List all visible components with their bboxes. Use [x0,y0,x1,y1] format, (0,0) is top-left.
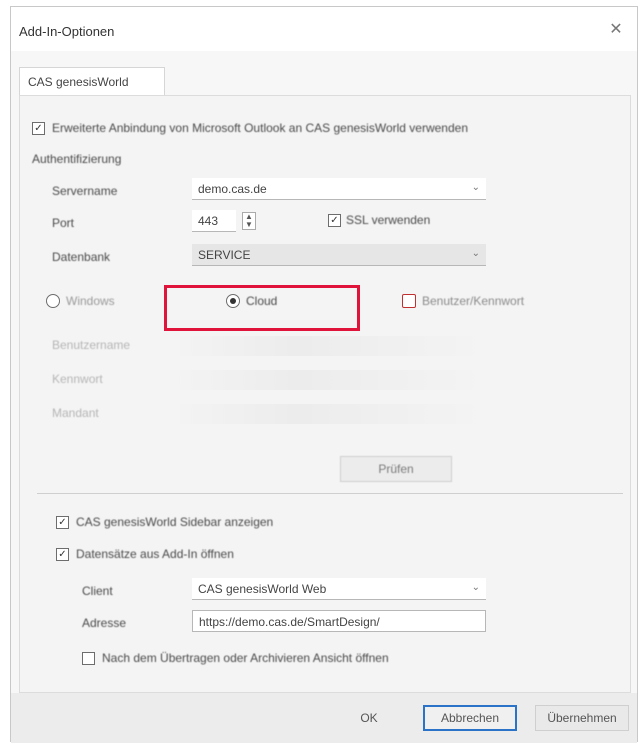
ssl-label: SSL verwenden [346,213,431,227]
server-value: demo.cas.de [198,182,267,196]
tenant-label: Mandant [52,406,99,420]
server-label: Servername [52,184,118,198]
chevron-down-icon: ⌄ [471,582,480,593]
tab-cas-genesisworld[interactable]: CAS genesisWorld [19,67,165,95]
client-label: Client [82,584,113,598]
client-dropdown[interactable]: CAS genesisWorld Web ⌄ [192,578,486,600]
check-button[interactable]: Prüfen [340,456,452,482]
cancel-button[interactable]: Abbrechen [423,705,517,731]
radio-windows[interactable] [46,294,60,308]
port-value: 443 [198,214,219,228]
options-panel: ✓ Erweiterte Anbindung von Microsoft Out… [19,95,631,693]
sidebar-checkbox[interactable]: ✓ [56,516,69,529]
title-bar: Add-In-Optionen ✕ [11,7,637,51]
port-stepper[interactable]: ▲ ▼ [242,212,256,230]
radio-windows-label: Windows [66,294,115,308]
database-label: Datenbank [52,250,111,264]
port-input[interactable]: 443 [192,210,236,232]
open-records-checkbox[interactable]: ✓ [56,548,69,561]
client-value: CAS genesisWorld Web [198,582,327,596]
server-dropdown[interactable]: demo.cas.de ⌄ [192,178,486,200]
radio-user-password-label: Benutzer/Kennwort [422,294,525,308]
highlight-box [164,285,360,331]
database-value: SERVICE [198,248,251,262]
radio-user-password[interactable] [402,294,416,308]
address-label: Adresse [82,616,127,630]
ok-button[interactable]: OK [333,705,405,731]
apply-button[interactable]: Übernehmen [535,705,629,731]
address-input[interactable]: https://demo.cas.de/SmartDesign/ [192,610,486,632]
extended-connection-checkbox[interactable]: ✓ [32,122,45,135]
after-transfer-checkbox[interactable] [82,652,95,665]
chevron-down-icon: ⌄ [471,182,480,193]
ssl-checkbox[interactable]: ✓ [328,214,341,227]
password-input-disabled [170,370,488,390]
tenant-input-disabled [170,404,488,424]
password-label: Kennwort [52,372,103,386]
after-transfer-label: Nach dem Übertragen oder Archivieren Ans… [102,651,389,665]
auth-section-label: Authentifizierung [32,152,122,166]
extended-connection-label: Erweiterte Anbindung von Microsoft Outlo… [52,121,468,135]
open-records-label: Datensätze aus Add-In öffnen [76,547,234,561]
dialog-footer: OK Abbrechen Übernehmen [11,693,637,743]
dialog-title: Add-In-Optionen [19,24,123,39]
separator [37,493,623,494]
username-label: Benutzername [52,338,131,352]
add-in-options-dialog: Add-In-Optionen ✕ CAS genesisWorld ✓ Erw… [10,6,638,743]
port-label: Port [52,216,75,230]
chevron-down-icon: ⌄ [471,248,480,259]
database-dropdown[interactable]: SERVICE ⌄ [192,244,486,266]
sidebar-label: CAS genesisWorld Sidebar anzeigen [76,515,274,529]
address-value: https://demo.cas.de/SmartDesign/ [199,615,380,629]
close-icon[interactable]: ✕ [607,21,625,39]
username-input-disabled [170,336,488,356]
